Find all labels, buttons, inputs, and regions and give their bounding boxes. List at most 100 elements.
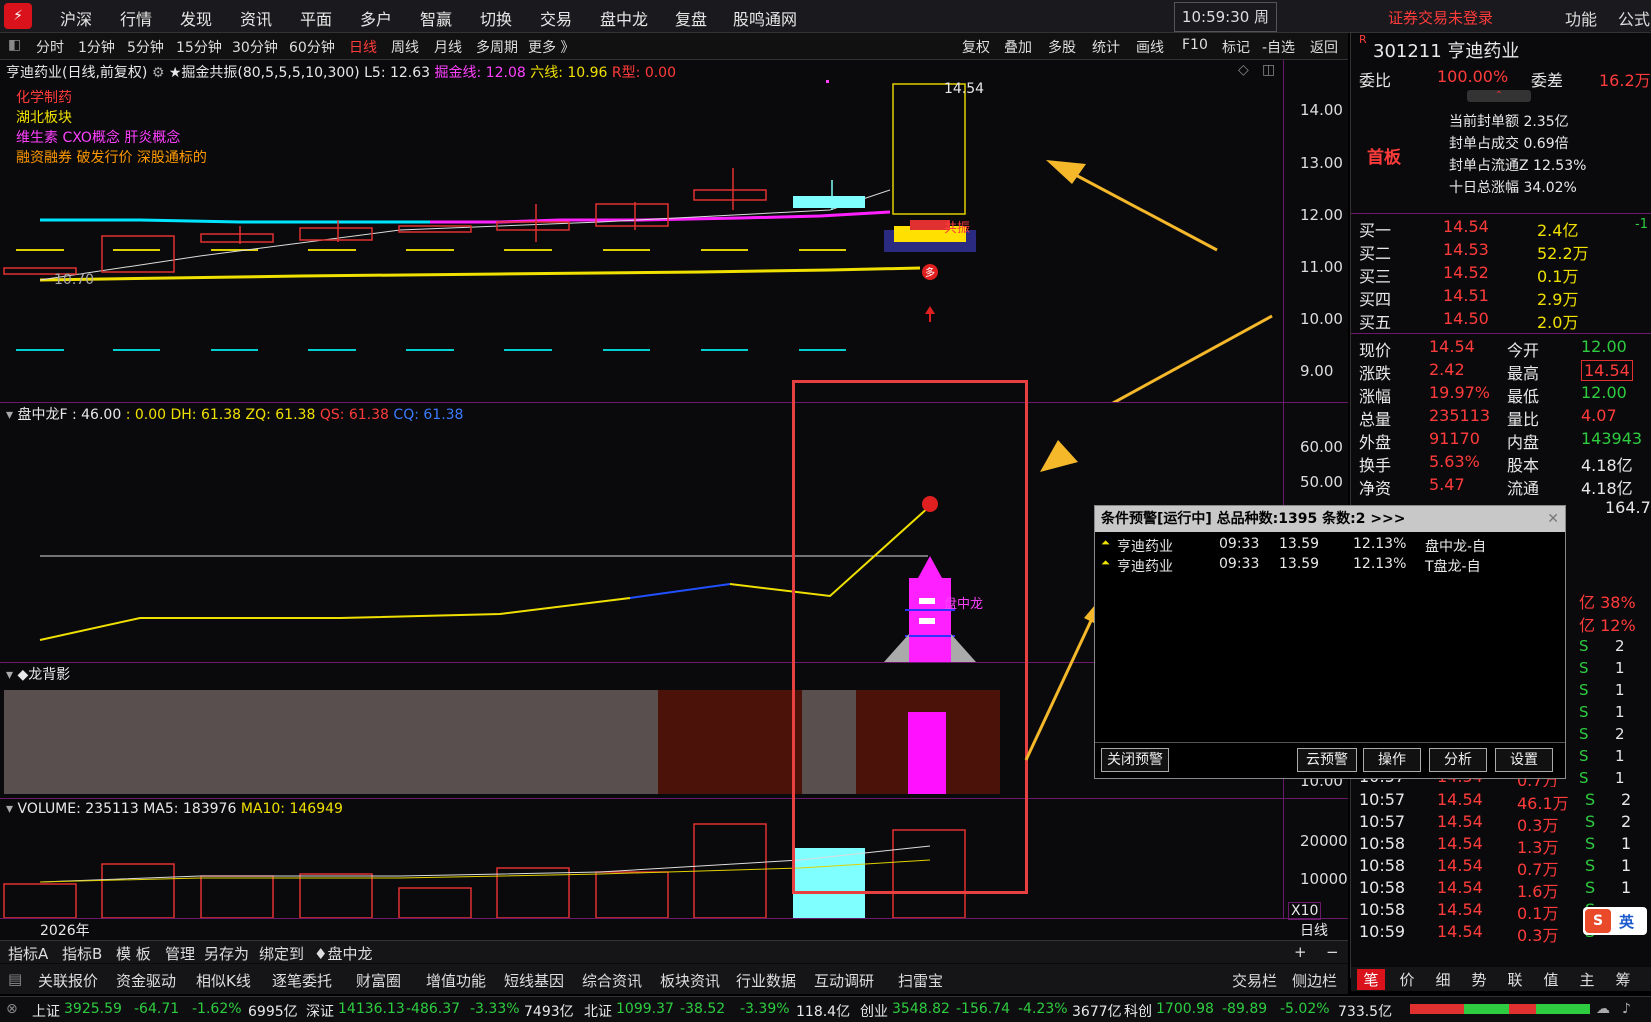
panel-toggle-icon[interactable]: ◧ [8, 37, 21, 53]
panzhonglong-chart[interactable] [0, 402, 1283, 662]
menu-faxian[interactable]: 发现 [180, 6, 212, 30]
period-monthly[interactable]: 月线 [434, 37, 462, 57]
tab-save-as[interactable]: 另存为 [204, 943, 249, 964]
formula-menu[interactable]: 公式 [1618, 6, 1650, 30]
tab-panzhonglong[interactable]: ♦盘中龙 [314, 943, 372, 964]
login-status[interactable]: 证券交易未登录 [1388, 7, 1493, 28]
function-menu[interactable]: 功能 [1565, 6, 1597, 30]
tool-f10[interactable]: F10 [1182, 37, 1208, 53]
tab-indicator-b[interactable]: 指标B [62, 943, 102, 964]
period-1min[interactable]: 1分钟 [78, 37, 115, 57]
menu-panzhonglong[interactable]: 盘中龙 [600, 6, 648, 30]
panel-icon[interactable]: ▤ [8, 970, 22, 988]
menu-fupan[interactable]: 复盘 [675, 6, 707, 30]
tool-fuquan[interactable]: 复权 [962, 37, 990, 57]
right-tab[interactable]: 值 [1537, 969, 1565, 990]
fn-trade-bar[interactable]: 交易栏 [1232, 970, 1277, 991]
right-tab[interactable]: 联 [1501, 969, 1529, 990]
fn-mine-scan[interactable]: 扫雷宝 [898, 970, 943, 991]
sz-label[interactable]: 深证 [306, 1001, 334, 1021]
fn-similar-kline[interactable]: 相似K线 [196, 970, 251, 991]
tab-template[interactable]: 模 板 [116, 943, 151, 964]
fn-order-detail[interactable]: 逐笔委托 [272, 970, 332, 991]
period-15min[interactable]: 15分钟 [176, 37, 222, 57]
right-tab[interactable]: 主 [1573, 969, 1601, 990]
indicator-tabs-bar: 指标A 指标B 模 板 管理 另存为 绑定到 ♦盘中龙 + − [0, 940, 1348, 963]
fn-sector-news[interactable]: 板块资讯 [660, 970, 720, 991]
bid-row[interactable]: 买四 14.51 2.9万 [1359, 286, 1651, 310]
period-5min[interactable]: 5分钟 [127, 37, 164, 57]
right-tab[interactable]: 势 [1465, 969, 1493, 990]
app-logo-icon[interactable]: ⚡ [4, 3, 32, 29]
alert-row[interactable]: ⏶ 亨迪药业 09:33 13.59 12.13% T盘龙-自 [1095, 556, 1565, 576]
period-30min[interactable]: 30分钟 [232, 37, 278, 57]
kc-label[interactable]: 科创 [1124, 1001, 1152, 1021]
fn-short-gene[interactable]: 短线基因 [504, 970, 564, 991]
tool-zixuan[interactable]: -自选 [1262, 37, 1295, 57]
right-tab[interactable]: 价 [1393, 969, 1421, 990]
sh-label[interactable]: 上证 [32, 1001, 60, 1021]
fn-capital-drive[interactable]: 资金驱动 [116, 970, 176, 991]
right-tab[interactable]: 笔 [1357, 969, 1385, 990]
close-alert-button[interactable]: 关闭预警 [1101, 748, 1169, 772]
menu-guming[interactable]: 股鸣通网 [733, 6, 797, 30]
tool-duogu[interactable]: 多股 [1048, 37, 1076, 57]
fn-industry-data[interactable]: 行业数据 [736, 970, 796, 991]
menu-qiehuan[interactable]: 切换 [480, 6, 512, 30]
bid-row[interactable]: 买五 14.50 2.0万 [1359, 309, 1651, 333]
menu-jiaoyi[interactable]: 交易 [540, 6, 572, 30]
operation-button[interactable]: 操作 [1363, 748, 1421, 772]
tab-manage[interactable]: 管理 [165, 943, 195, 964]
analyze-button[interactable]: 分析 [1429, 748, 1487, 772]
dragon-shadow-chart[interactable] [0, 662, 1283, 798]
fn-side-bar[interactable]: 侧边栏 [1292, 970, 1337, 991]
bid-row[interactable]: 买二 14.53 52.2万 [1359, 240, 1651, 264]
kline-chart[interactable]: 多 [0, 60, 1283, 402]
ime-indicator[interactable]: S 英 [1583, 907, 1647, 935]
period-multi[interactable]: 多周期 [476, 37, 518, 57]
menu-hushen[interactable]: 沪深 [60, 6, 92, 30]
menu-pingmian[interactable]: 平面 [300, 6, 332, 30]
menu-duohu[interactable]: 多户 [360, 6, 392, 30]
period-60min[interactable]: 60分钟 [289, 37, 335, 57]
zoom-in-button[interactable]: + [1294, 943, 1307, 961]
cloud-icon[interactable]: ☁ [1596, 1001, 1610, 1017]
fn-interaction[interactable]: 互动调研 [814, 970, 874, 991]
tool-tongji[interactable]: 统计 [1092, 37, 1120, 57]
right-tab[interactable]: 细 [1429, 969, 1457, 990]
cy-label[interactable]: 创业 [860, 1001, 888, 1021]
tool-huaxian[interactable]: 画线 [1136, 37, 1164, 57]
condition-alert-dialog[interactable]: 条件预警[运行中] 总品种数:1395 条数:2 >>> ✕ ⏶ 亨迪药业 09… [1094, 505, 1566, 779]
alert-row[interactable]: ⏶ 亨迪药业 09:33 13.59 12.13% 盘中龙-自 [1095, 536, 1565, 556]
bell-icon[interactable]: ♪ [1622, 1001, 1631, 1017]
tab-bind-to[interactable]: 绑定到 [259, 943, 304, 964]
cloud-alert-button[interactable]: 云预警 [1297, 748, 1357, 772]
settings-button[interactable]: 设置 [1495, 748, 1553, 772]
period-daily[interactable]: 日线 [349, 37, 377, 57]
menu-zixun[interactable]: 资讯 [240, 6, 272, 30]
tool-biaoji[interactable]: 标记 [1222, 37, 1250, 57]
period-weekly[interactable]: 周线 [391, 37, 419, 57]
fn-value-added[interactable]: 增值功能 [426, 970, 486, 991]
collapse-up-icon[interactable]: ⌃ [1467, 90, 1531, 102]
fn-wealth-circle[interactable]: 财富圈 [356, 970, 401, 991]
right-tab[interactable]: 筹 [1609, 969, 1637, 990]
fn-news[interactable]: 综合资讯 [582, 970, 642, 991]
close-icon[interactable]: ✕ [1547, 506, 1559, 532]
zoom-out-button[interactable]: − [1326, 943, 1339, 961]
fn-related-quote[interactable]: 关联报价 [38, 970, 98, 991]
bid-row[interactable]: 买三 14.52 0.1万 [1359, 263, 1651, 287]
stock-code-name[interactable]: 301211 亨迪药业 [1373, 37, 1519, 63]
tool-diejia[interactable]: 叠加 [1004, 37, 1032, 57]
volume-chart[interactable] [0, 798, 1283, 918]
period-fenshi[interactable]: 分时 [36, 37, 64, 57]
bid-row[interactable]: 买一 14.54 2.4亿 -1 [1359, 217, 1651, 241]
tab-indicator-a[interactable]: 指标A [8, 943, 48, 964]
menu-zhiying[interactable]: 智赢 [420, 6, 452, 30]
tool-back[interactable]: 返回 [1310, 37, 1338, 57]
bz-label[interactable]: 北证 [584, 1001, 612, 1021]
alert-title-bar[interactable]: 条件预警[运行中] 总品种数:1395 条数:2 >>> ✕ [1095, 506, 1565, 532]
menu-hangqing[interactable]: 行情 [120, 6, 152, 30]
period-more[interactable]: 更多 》 [528, 37, 574, 57]
network-icon[interactable]: ⊗ [6, 1001, 18, 1017]
